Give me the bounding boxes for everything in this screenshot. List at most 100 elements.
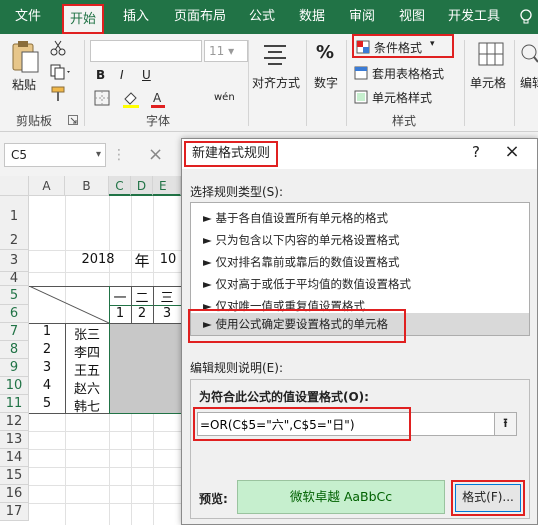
table-row-name[interactable]: 韩七: [65, 396, 109, 415]
bold-button[interactable]: B: [96, 68, 105, 82]
list-item[interactable]: ► 仅对高于或低于平均值的数值设置格式: [191, 273, 529, 295]
row-header-16[interactable]: 16: [0, 485, 29, 503]
alignment-icon[interactable]: [262, 42, 288, 69]
paste-icon[interactable]: [10, 40, 40, 77]
tab-data[interactable]: 数据: [294, 0, 330, 34]
tab-insert[interactable]: 插入: [116, 0, 156, 34]
year-char-cell[interactable]: 年: [131, 250, 153, 271]
name-box[interactable]: C5 ▾: [4, 143, 106, 167]
list-item[interactable]: ► 只为包含以下内容的单元格设置格式: [191, 229, 529, 251]
font-size-box[interactable]: 11 ▾: [204, 40, 248, 62]
table-row-name[interactable]: 张三: [65, 324, 109, 343]
row-header-6[interactable]: 6: [0, 305, 29, 323]
diagonal-header-line: [29, 286, 109, 323]
preview-label: 预览:: [199, 492, 228, 506]
format-button[interactable]: 格式(F)...: [455, 484, 521, 512]
select-all-corner[interactable]: [0, 176, 29, 196]
day-header[interactable]: 2: [131, 306, 153, 321]
edit-icon[interactable]: [520, 42, 538, 69]
table-row-number[interactable]: 4: [29, 378, 65, 393]
column-header-e[interactable]: E: [153, 176, 181, 196]
row-header-11[interactable]: 11: [0, 395, 29, 413]
weekday-header[interactable]: 一: [109, 287, 131, 306]
conditional-format-button[interactable]: 条件格式 ▾: [352, 34, 454, 58]
row-header-10[interactable]: 10: [0, 377, 29, 395]
close-button[interactable]: ×: [502, 141, 522, 162]
font-color-icon[interactable]: A: [150, 90, 166, 111]
table-row-name[interactable]: 李四: [65, 342, 109, 361]
table-row-name[interactable]: 赵六: [65, 378, 109, 397]
table-row-number[interactable]: 2: [29, 342, 65, 357]
formula-field[interactable]: ⭱: [197, 412, 517, 436]
weekday-header[interactable]: 二: [131, 287, 153, 306]
rule-type-list[interactable]: ► 基于各自值设置所有单元格的格式 ► 只为包含以下内容的单元格设置格式 ► 仅…: [190, 202, 530, 336]
cells-icon[interactable]: [478, 42, 504, 69]
table-row-number[interactable]: 5: [29, 396, 65, 411]
tab-review[interactable]: 审阅: [344, 0, 380, 34]
month-cell[interactable]: 10: [155, 252, 181, 267]
row-header-8[interactable]: 8: [0, 341, 29, 359]
list-item[interactable]: ► 仅对排名靠前或靠后的数值设置格式: [191, 251, 529, 273]
table-format-button[interactable]: 套用表格格式: [354, 64, 458, 84]
fill-color-icon[interactable]: [122, 90, 140, 111]
tab-home[interactable]: 开始: [62, 4, 104, 34]
row-header-13[interactable]: 13: [0, 431, 29, 449]
tab-view[interactable]: 视图: [394, 0, 430, 34]
tab-developer[interactable]: 开发工具: [442, 0, 506, 34]
cancel-icon[interactable]: ×: [148, 144, 163, 165]
row-header-12[interactable]: 12: [0, 413, 29, 431]
phonetic-button[interactable]: wén: [214, 92, 235, 103]
column-header-b[interactable]: B: [65, 176, 109, 196]
copy-icon[interactable]: [50, 64, 72, 83]
edit-label[interactable]: 编辑: [520, 74, 538, 91]
column-header-c[interactable]: C: [109, 176, 131, 196]
select-rule-type-label: 选择规则类型(S):: [190, 185, 284, 199]
format-painter-icon[interactable]: [50, 86, 66, 105]
year-cell[interactable]: 2018: [78, 252, 118, 267]
help-button[interactable]: ?: [466, 143, 486, 161]
day-header[interactable]: 1: [109, 306, 131, 321]
list-item-selected[interactable]: ► 使用公式确定要设置格式的单元格: [191, 313, 529, 335]
tab-page-layout[interactable]: 页面布局: [168, 0, 232, 34]
lightbulb-icon[interactable]: [516, 0, 536, 34]
row-header-7[interactable]: 7: [0, 323, 29, 341]
cut-icon[interactable]: [50, 40, 66, 59]
cell-style-label: 单元格样式: [372, 91, 433, 105]
border-icon[interactable]: [94, 90, 110, 109]
number-label[interactable]: 数字: [314, 74, 338, 91]
rule-description-box: 为符合此公式的值设置格式(O): ⭱ 预览: 微软卓越 AaBbCc 格式(F)…: [190, 379, 530, 519]
column-header-d[interactable]: D: [131, 176, 153, 196]
row-header-5[interactable]: 5: [0, 286, 29, 305]
row-header-15[interactable]: 15: [0, 467, 29, 485]
row-header-2[interactable]: 2: [0, 231, 29, 250]
dialog-titlebar[interactable]: 新建格式规则 ? ×: [182, 139, 537, 169]
table-row-name[interactable]: 王五: [65, 360, 109, 379]
formula-input[interactable]: [200, 414, 490, 434]
paste-label[interactable]: 粘贴: [12, 76, 36, 93]
table-row-number[interactable]: 3: [29, 360, 65, 375]
alignment-label[interactable]: 对齐方式: [252, 74, 300, 91]
collapse-dialog-icon[interactable]: ⭱: [494, 413, 516, 435]
tab-file[interactable]: 文件: [6, 0, 50, 34]
cell-style-button[interactable]: 单元格样式: [354, 88, 458, 108]
dialog-launcher-icon[interactable]: [68, 114, 78, 128]
row-header-14[interactable]: 14: [0, 449, 29, 467]
list-item[interactable]: ► 基于各自值设置所有单元格的格式: [191, 207, 529, 229]
percent-icon[interactable]: %: [316, 42, 334, 63]
table-row-number[interactable]: 1: [29, 324, 65, 339]
cells-label[interactable]: 单元格: [470, 74, 506, 91]
row-header-3[interactable]: 3: [0, 250, 29, 272]
row-header-9[interactable]: 9: [0, 359, 29, 377]
tab-formulas[interactable]: 公式: [244, 0, 280, 34]
chevron-down-icon[interactable]: ▾: [96, 144, 101, 166]
row-header-17[interactable]: 17: [0, 503, 29, 521]
underline-button[interactable]: U: [142, 68, 151, 82]
column-header-a[interactable]: A: [29, 176, 65, 196]
shaded-data-area[interactable]: [109, 323, 181, 413]
weekday-header[interactable]: 三: [153, 287, 181, 306]
font-name-box[interactable]: [90, 40, 202, 62]
row-header-4[interactable]: 4: [0, 272, 29, 286]
italic-button[interactable]: I: [120, 68, 124, 82]
day-header[interactable]: 3: [153, 306, 181, 321]
table-format-icon: [354, 66, 368, 80]
